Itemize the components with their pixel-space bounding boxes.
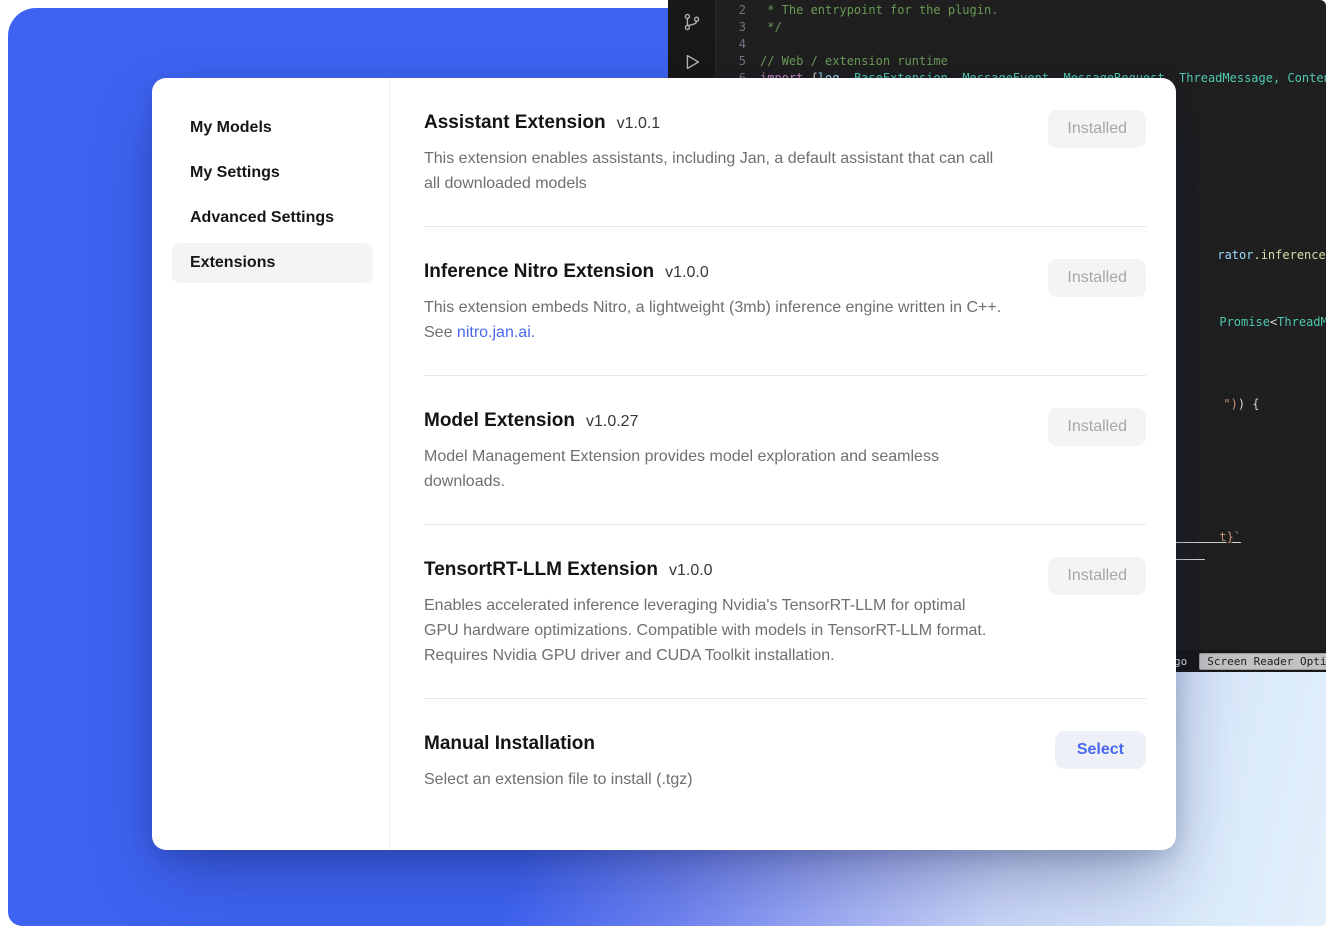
- code-fragment-inference: rator.inference(data));: [1174, 230, 1326, 281]
- installed-button[interactable]: Installed: [1048, 259, 1146, 297]
- code-type: Promise: [1219, 315, 1270, 329]
- manual-installation-description: Select an extension file to install (.tg…: [424, 767, 1004, 792]
- line-number: 3: [716, 19, 746, 36]
- screenshot-root: 2 * The entrypoint for the plugin. 3 */ …: [0, 0, 1326, 926]
- code-line-3: 3 */: [716, 19, 1326, 36]
- extension-description: Enables accelerated inference leveraging…: [424, 593, 1004, 668]
- extensions-list: Assistant Extension v1.0.1 This extensio…: [390, 78, 1176, 850]
- select-file-button[interactable]: Select: [1055, 731, 1146, 769]
- code-plain: ) {: [1238, 397, 1260, 411]
- extension-name: Inference Nitro Extension: [424, 259, 654, 285]
- extension-row-tensorrt-llm: TensortRT-LLM Extension v1.0.0 Enables a…: [424, 525, 1146, 699]
- extension-version: v1.0.0: [665, 264, 709, 282]
- screen-reader-badge[interactable]: Screen Reader Optimized: [1199, 653, 1326, 670]
- line-number: 4: [716, 36, 746, 53]
- settings-panel: My Models My Settings Advanced Settings …: [152, 78, 1176, 850]
- extension-version: v1.0.1: [617, 115, 661, 133]
- code-template-string: t}`: [1219, 530, 1241, 544]
- code-function: .inference: [1253, 248, 1325, 262]
- code-variable: rator: [1217, 248, 1253, 262]
- installed-button[interactable]: Installed: [1048, 557, 1146, 595]
- code-comment: // Web / extension runtime: [746, 53, 948, 70]
- code-fragment-brace: ")) {: [1180, 379, 1260, 430]
- manual-installation-title: Manual Installation: [424, 731, 595, 757]
- line-number: 2: [716, 2, 746, 19]
- source-control-icon[interactable]: [680, 10, 704, 34]
- sidebar-item-advanced-settings[interactable]: Advanced Settings: [172, 198, 373, 238]
- code-fragment-template: t}`: [1176, 512, 1241, 563]
- code-comment: * The entrypoint for the plugin.: [746, 2, 998, 19]
- settings-sidebar: My Models My Settings Advanced Settings …: [152, 78, 390, 850]
- extension-description: This extension embeds Nitro, a lightweig…: [424, 295, 1004, 345]
- code-generic-type: ThreadMessage>: [1277, 315, 1326, 329]
- extension-row-model: Model Extension v1.0.27 Model Management…: [424, 376, 1146, 525]
- code-line-4: 4: [716, 36, 1326, 53]
- manual-installation-row: Manual Installation Select an extension …: [424, 699, 1146, 822]
- editor-code-area: 2 * The entrypoint for the plugin. 3 */ …: [716, 2, 1326, 87]
- sidebar-item-my-models[interactable]: My Models: [172, 108, 373, 148]
- code-comment: */: [746, 19, 782, 36]
- code-fragment-promise: Promise<ThreadMessage>: [1176, 297, 1326, 348]
- extension-name: TensortRT-LLM Extension: [424, 557, 658, 583]
- code-string: "): [1223, 397, 1237, 411]
- line-number: 5: [716, 53, 746, 70]
- extension-name: Assistant Extension: [424, 110, 606, 136]
- sidebar-item-my-settings[interactable]: My Settings: [172, 153, 373, 193]
- nitro-jan-ai-link[interactable]: nitro.jan.ai.: [457, 324, 535, 341]
- extension-description: Model Management Extension provides mode…: [424, 444, 1004, 494]
- extension-version: v1.0.27: [586, 413, 638, 431]
- extension-row-inference-nitro: Inference Nitro Extension v1.0.0 This ex…: [424, 227, 1146, 376]
- sidebar-item-extensions[interactable]: Extensions: [172, 243, 373, 283]
- run-icon[interactable]: [680, 50, 704, 74]
- extension-version: v1.0.0: [669, 562, 713, 580]
- extension-row-assistant: Assistant Extension v1.0.1 This extensio…: [424, 78, 1146, 227]
- installed-button[interactable]: Installed: [1048, 408, 1146, 446]
- extension-description: This extension enables assistants, inclu…: [424, 146, 1004, 196]
- extension-name: Model Extension: [424, 408, 575, 434]
- installed-button[interactable]: Installed: [1048, 110, 1146, 148]
- code-line-2: 2 * The entrypoint for the plugin.: [716, 2, 1326, 19]
- code-empty: [746, 36, 760, 53]
- code-line-5: 5 // Web / extension runtime: [716, 53, 1326, 70]
